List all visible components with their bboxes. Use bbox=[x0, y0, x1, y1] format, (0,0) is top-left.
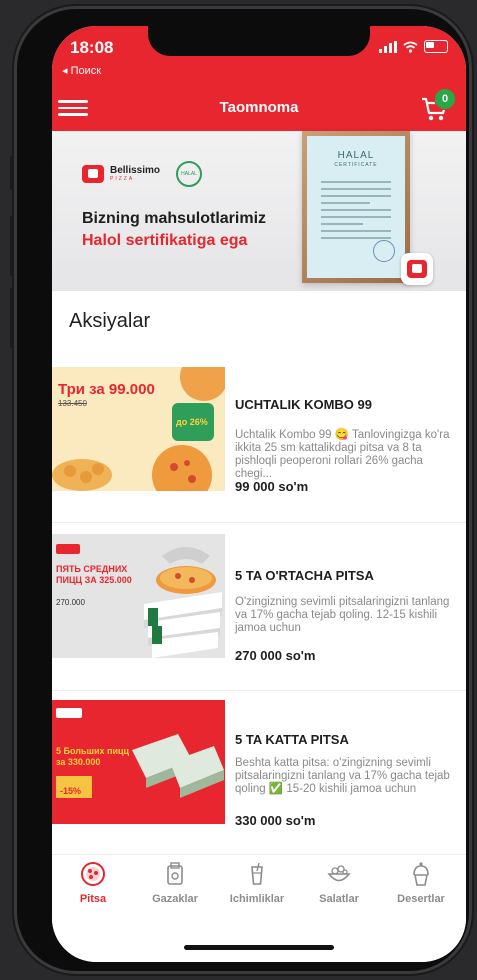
promo-image-text: Три за 99.000 bbox=[58, 381, 155, 398]
promo-image-badge: до 26% bbox=[176, 417, 208, 427]
cart-button[interactable]: 0 bbox=[420, 88, 456, 124]
promo-price: 270 000 so'm bbox=[235, 648, 316, 663]
medium-pizza-boxes-image bbox=[52, 534, 225, 658]
tab-label: Salatlar bbox=[319, 893, 359, 905]
tab-label: Desertlar bbox=[397, 893, 445, 905]
promo-image-old-price: 270.000 bbox=[56, 598, 85, 607]
tab-ichimliklar[interactable]: Ichimliklar bbox=[216, 861, 298, 905]
tab-desertlar[interactable]: Desertlar bbox=[380, 861, 462, 905]
tab-label: Pitsa bbox=[79, 893, 107, 905]
promo-image: Три за 99.000 133.450 до 26% bbox=[52, 367, 225, 491]
promo-description: Beshta katta pitsa: o'zingizning sevimli… bbox=[235, 757, 450, 795]
certificate-stamp-icon bbox=[373, 240, 395, 262]
tab-pitsa[interactable]: Pitsa bbox=[52, 861, 134, 905]
tab-gazaklar[interactable]: Gazaklar bbox=[134, 861, 216, 905]
bellissimo-logo-icon bbox=[82, 165, 104, 183]
dessert-icon bbox=[408, 861, 434, 887]
promo-card[interactable]: Три за 99.000 133.450 до 26% UCHTALIK KO… bbox=[52, 367, 466, 494]
promo-name: 5 TA KATTA PITSA bbox=[235, 732, 349, 747]
status-icons bbox=[379, 40, 448, 53]
page-title: Taomnoma bbox=[219, 99, 299, 116]
promo-image-badge: -15% bbox=[60, 786, 82, 796]
volume-down-button bbox=[10, 288, 14, 348]
promo-description: O'zingizning sevimli pitsalaringizni tan… bbox=[235, 596, 450, 634]
halal-badge-icon: HALAL bbox=[176, 161, 203, 187]
brand-name: Bellissimo bbox=[110, 165, 161, 176]
pizza-icon bbox=[80, 861, 106, 887]
mute-switch bbox=[10, 156, 14, 190]
certificate-subtitle: CERTIFICATE bbox=[334, 162, 378, 168]
divider bbox=[52, 690, 466, 691]
volume-up-button bbox=[10, 216, 14, 276]
snack-icon bbox=[162, 861, 188, 887]
promo-price: 99 000 so'm bbox=[235, 479, 309, 494]
halal-badge-label: HALAL bbox=[181, 171, 197, 177]
back-to-search-link[interactable]: ◂ Поиск bbox=[62, 64, 101, 77]
status-time: 18:08 bbox=[70, 38, 114, 57]
brand-logo: Bellissimo PIZZA HALAL bbox=[82, 161, 203, 187]
tab-salatlar[interactable]: Salatlar bbox=[298, 861, 380, 905]
promo-description: Uchtalik Kombo 99 😋 Tanlovingizga ko'ra … bbox=[235, 429, 450, 480]
tab-label: Gazaklar bbox=[152, 893, 198, 905]
phone-frame: 18:08 ◂ Поиск Taomnoma 0 Bellissimo PIZZ… bbox=[10, 6, 472, 974]
divider bbox=[52, 522, 466, 523]
certificate-title: HALAL bbox=[337, 150, 375, 161]
promo-card[interactable]: 5 Больших пицц за 330.000 -15% 5 TA KATT… bbox=[52, 700, 466, 828]
promo-price: 330 000 so'm bbox=[235, 813, 316, 828]
promo-image-old-price: 133.450 bbox=[58, 399, 87, 408]
promo-image: 5 Больших пицц за 330.000 -15% bbox=[52, 700, 225, 824]
home-indicator bbox=[184, 945, 334, 950]
banner-headline: Bizning mahsulotlarimiz bbox=[82, 210, 267, 227]
halal-banner[interactable]: Bellissimo PIZZA HALAL Bizning mahsulotl… bbox=[52, 131, 466, 291]
notch bbox=[148, 26, 370, 56]
battery-icon bbox=[424, 40, 448, 53]
promo-image-text: 5 Больших пицц за 330.000 bbox=[56, 746, 130, 767]
tab-label: Ichimliklar bbox=[229, 893, 285, 905]
promo-name: UCHTALIK KOMBO 99 bbox=[235, 397, 372, 412]
brand-sub: PIZZA bbox=[110, 176, 135, 182]
banner-subheadline: Halol sertifikatiga ega bbox=[82, 232, 248, 249]
promo-image: ПЯТЬ СРЕДНИХ ПИЦЦ ЗА 325.000 270.000 bbox=[52, 534, 225, 658]
salad-icon bbox=[326, 861, 352, 887]
drink-icon bbox=[244, 861, 270, 887]
bellissimo-badge-icon bbox=[401, 253, 433, 285]
section-title: Aksiyalar bbox=[69, 310, 151, 332]
cart-count-badge: 0 bbox=[434, 88, 456, 110]
promo-name: 5 TA O'RTACHA PITSA bbox=[235, 568, 374, 583]
app-screen: 18:08 ◂ Поиск Taomnoma 0 Bellissimo PIZZ… bbox=[52, 26, 466, 962]
promo-card[interactable]: ПЯТЬ СРЕДНИХ ПИЦЦ ЗА 325.000 270.000 5 T… bbox=[52, 534, 466, 663]
wifi-icon bbox=[403, 41, 418, 53]
halal-certificate-image: HALAL CERTIFICATE bbox=[302, 131, 410, 283]
signal-icon bbox=[379, 40, 397, 53]
promo-image-text: ПЯТЬ СРЕДНИХ ПИЦЦ ЗА 325.000 bbox=[56, 564, 132, 585]
